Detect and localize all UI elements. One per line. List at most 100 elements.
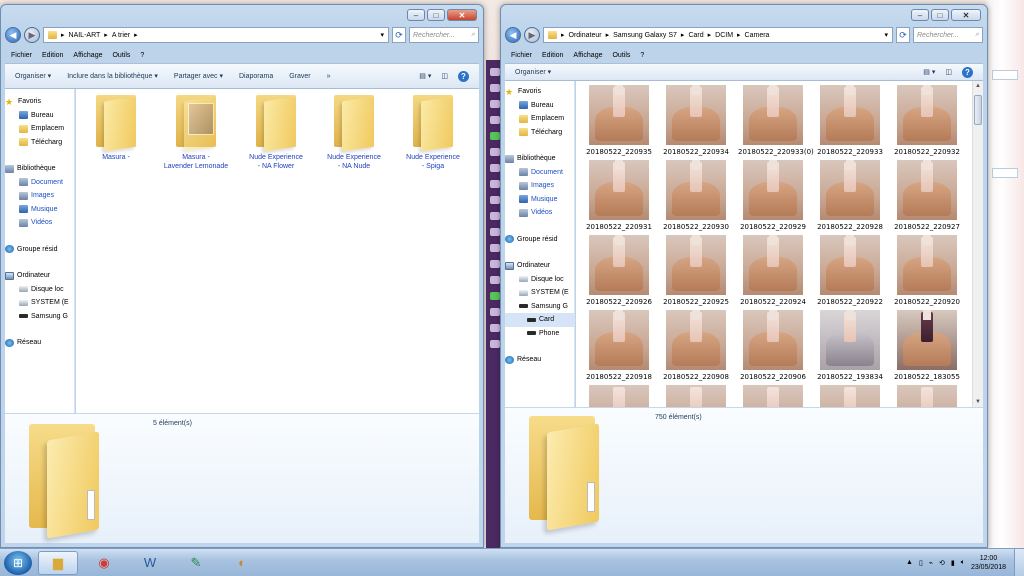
app-icon[interactable] (490, 244, 500, 252)
sync-icon[interactable]: ⟲ (939, 559, 945, 567)
usb-icon[interactable]: ⌁ (929, 559, 933, 567)
folder-item[interactable]: Nude Experience - NA Flower (240, 93, 312, 171)
photo-thumbnail[interactable]: 20180522_220930 (661, 160, 731, 231)
photo-thumbnail[interactable]: 20180522_220918 (584, 310, 654, 381)
nav-item-samsung[interactable]: Samsung G (505, 300, 574, 314)
back-button[interactable]: ◀ (5, 27, 21, 43)
photo-thumbnail[interactable] (892, 385, 962, 407)
photo-thumbnail[interactable]: 20180522_220931 (584, 160, 654, 231)
app-icon[interactable] (490, 148, 500, 156)
back-button[interactable]: ◀ (505, 27, 521, 43)
folder-item[interactable]: Masura - Lavender Lemonade (160, 93, 232, 171)
volume-icon[interactable]: 🔈︎ (961, 559, 965, 567)
app-icon[interactable] (490, 68, 500, 76)
menu-edition[interactable]: Edition (542, 52, 563, 59)
app-icon[interactable] (490, 276, 500, 284)
preview-pane-icon[interactable]: ◫ (441, 72, 448, 80)
refresh-button[interactable]: ⟳ (392, 27, 406, 43)
nav-homegroup[interactable]: Groupe résid (505, 233, 574, 247)
menu-affichage[interactable]: Affichage (73, 52, 102, 59)
organize-button[interactable]: Organiser ▾ (515, 68, 551, 76)
menu-fichier[interactable]: Fichier (11, 52, 32, 59)
forward-button[interactable]: ▶ (24, 27, 40, 43)
nav-item-videos[interactable]: Vidéos (505, 206, 574, 220)
nav-item-emplacements[interactable]: Emplacem (505, 112, 574, 126)
photo-thumbnail[interactable] (738, 385, 808, 407)
photo-app-taskbar-button[interactable]: ✎ (176, 551, 216, 575)
folder-item[interactable]: Nude Experience - Spiga (397, 93, 469, 171)
nav-item-images[interactable]: Images (5, 189, 74, 203)
photo-thumbnail[interactable]: 20180522_220924 (738, 235, 808, 306)
address-dropdown-icon[interactable]: ▾ (884, 31, 888, 39)
menu-help[interactable]: ? (140, 52, 144, 59)
include-library-button[interactable]: Inclure dans la bibliothèque ▾ (67, 72, 158, 80)
preview-pane-icon[interactable]: ◫ (945, 68, 952, 76)
clock[interactable]: 12:00 23/05/2018 (971, 554, 1006, 572)
thumbnail-grid[interactable]: 20180522_220935 20180522_220934 20180522_2… (576, 81, 972, 407)
nav-item-bureau[interactable]: Bureau (505, 99, 574, 113)
app-icon[interactable] (490, 100, 500, 108)
word-taskbar-button[interactable]: W (130, 551, 170, 575)
photo-thumbnail[interactable]: 20180522_220933(0) (738, 85, 814, 156)
photo-thumbnail[interactable]: 20180522_220906 (738, 310, 808, 381)
nav-item-system-drive[interactable]: SYSTEM (E (505, 286, 574, 300)
close-button[interactable]: ✕ (951, 9, 981, 21)
menu-edition[interactable]: Edition (42, 52, 63, 59)
scroll-thumb[interactable] (974, 95, 982, 125)
scroll-up-icon[interactable]: ▲ (973, 81, 983, 91)
nav-homegroup[interactable]: Groupe résid (5, 243, 74, 257)
app-icon[interactable] (490, 308, 500, 316)
app-icon[interactable] (490, 180, 500, 188)
nav-item-emplacements[interactable]: Emplacem (5, 122, 74, 136)
app-icon[interactable] (490, 212, 500, 220)
app-icon[interactable] (490, 228, 500, 236)
maximize-button[interactable]: □ (931, 9, 949, 21)
more-commands-button[interactable]: » (327, 73, 331, 80)
photo-thumbnail[interactable] (815, 385, 885, 407)
nav-item-documents[interactable]: Document (5, 176, 74, 190)
help-icon[interactable]: ? (962, 66, 973, 78)
breadcrumb-item[interactable]: NAIL-ART (69, 32, 101, 39)
network-icon[interactable]: ▮ (951, 559, 955, 567)
explorer-window-nail-art[interactable]: – □ ✕ ◀ ▶ ▸ NAIL-ART ▸ A trier ▸ ▾ ⟳ Rec… (0, 4, 484, 548)
nav-item-bureau[interactable]: Bureau (5, 109, 74, 123)
refresh-button[interactable]: ⟳ (896, 27, 910, 43)
burn-button[interactable]: Graver (289, 73, 310, 80)
chrome-taskbar-button[interactable]: ◉ (84, 551, 124, 575)
nav-computer[interactable]: Ordinateur (505, 259, 574, 273)
nav-item-local-disk[interactable]: Disque loc (505, 273, 574, 287)
nav-item-musique[interactable]: Musique (5, 203, 74, 217)
folder-item[interactable]: Nude Experience - NA Nude (318, 93, 390, 171)
photo-thumbnail[interactable]: 20180522_193834 (815, 310, 885, 381)
photo-thumbnail[interactable]: 20180522_220927 (892, 160, 962, 231)
photo-thumbnail[interactable]: 20180522_220933 (815, 85, 885, 156)
slideshow-button[interactable]: Diaporama (239, 73, 273, 80)
photo-thumbnail[interactable]: 20180522_220908 (661, 310, 731, 381)
menu-affichage[interactable]: Affichage (573, 52, 602, 59)
address-bar[interactable]: ▸ NAIL-ART ▸ A trier ▸ ▾ (43, 27, 389, 43)
breadcrumb-item[interactable]: Card (688, 32, 703, 39)
close-button[interactable]: ✕ (447, 9, 477, 21)
nav-item-card[interactable]: Card (505, 313, 574, 327)
nav-item-images[interactable]: Images (505, 179, 574, 193)
nav-network[interactable]: Réseau (505, 353, 574, 367)
nav-network[interactable]: Réseau (5, 336, 74, 350)
photo-thumbnail[interactable]: 20180522_220932 (892, 85, 962, 156)
minimize-button[interactable]: – (407, 9, 425, 21)
search-input[interactable]: Rechercher... ⌕ (409, 27, 479, 43)
app-icon[interactable] (490, 196, 500, 204)
paint-taskbar-button[interactable]: ◐ (222, 551, 262, 575)
photo-thumbnail[interactable]: 20180522_220926 (584, 235, 654, 306)
nav-item-telechargements[interactable]: Télécharg (5, 136, 74, 150)
folder-item[interactable]: Masura - (80, 93, 152, 162)
nav-item-videos[interactable]: Vidéos (5, 216, 74, 230)
organize-button[interactable]: Organiser ▾ (15, 72, 51, 80)
nav-item-local-disk[interactable]: Disque loc (5, 283, 74, 297)
nav-computer[interactable]: Ordinateur (5, 269, 74, 283)
explorer-taskbar-button[interactable]: ▆ (38, 550, 78, 575)
breadcrumb-item[interactable]: DCIM (715, 32, 733, 39)
photo-thumbnail[interactable]: 20180522_220925 (661, 235, 731, 306)
app-icon[interactable] (490, 84, 500, 92)
breadcrumb-item[interactable]: Samsung Galaxy S7 (613, 32, 677, 39)
app-icon[interactable] (490, 260, 500, 268)
